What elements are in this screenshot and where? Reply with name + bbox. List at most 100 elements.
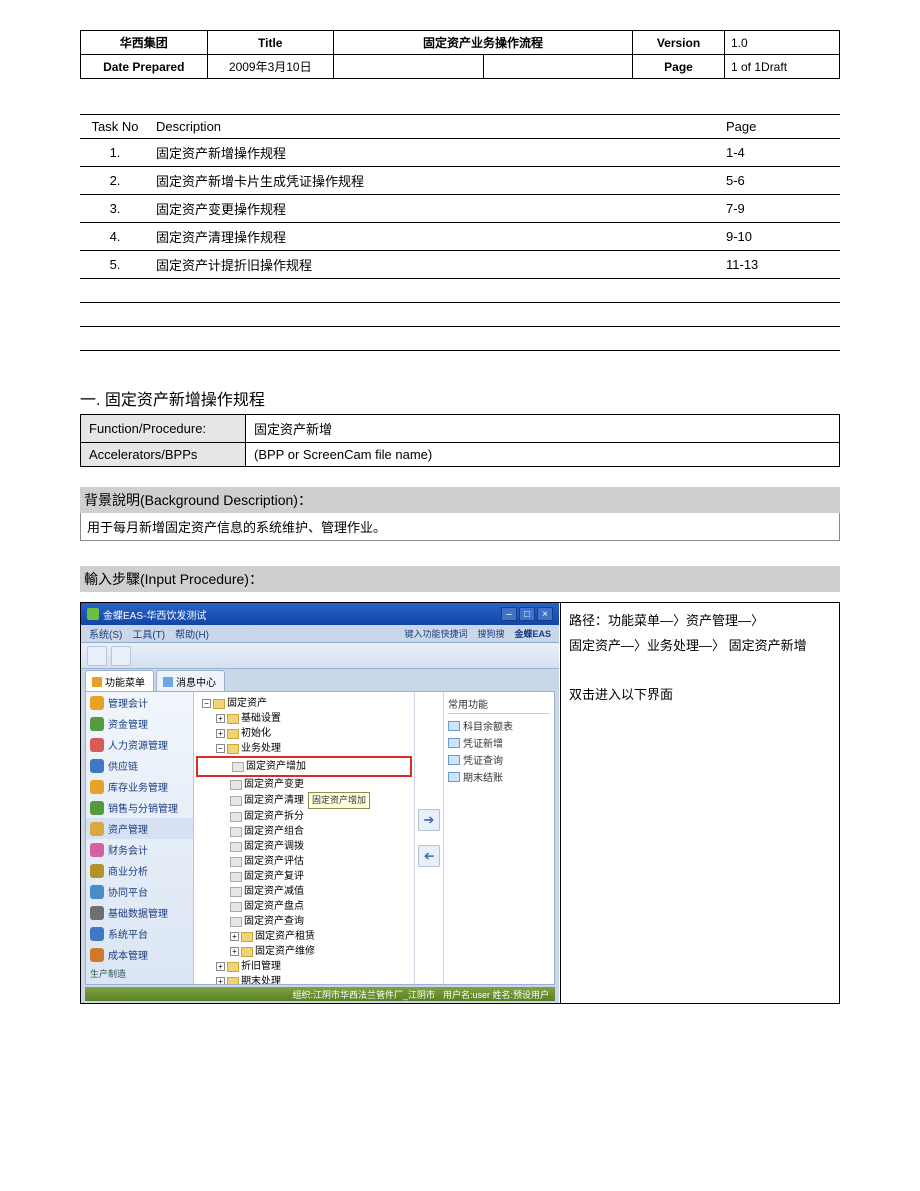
menu-system[interactable]: 系统(S) xyxy=(89,626,122,641)
tree-node[interactable]: 固定资产盘点 xyxy=(196,899,412,914)
tree-node[interactable]: 固定资产变更 xyxy=(196,777,412,792)
collapse-icon[interactable]: − xyxy=(202,699,211,708)
sidebar-item[interactable]: 商业分析 xyxy=(86,860,193,881)
proc-func-val: 固定资产新增 xyxy=(246,415,840,443)
section-heading: 一. 固定资产新增操作规程 xyxy=(80,386,840,410)
hdr-version-val: 1.0 xyxy=(725,31,840,55)
path-line1: 路径：功能菜单—〉资产管理—〉 xyxy=(569,609,831,634)
menu-tools[interactable]: 工具(T) xyxy=(132,626,165,641)
rp-item[interactable]: 科目余额表 xyxy=(448,717,550,734)
tree-node[interactable]: −业务处理 xyxy=(196,741,412,756)
tree-node[interactable]: 固定资产组合 xyxy=(196,824,412,839)
tree-node[interactable]: +基础设置 xyxy=(196,711,412,726)
app-icon: 金蝶EAS-华西饮发测试 xyxy=(87,607,206,622)
toolbar xyxy=(81,643,559,669)
brand-label: 金蝶EAS xyxy=(514,627,551,640)
path-line2: 固定资产—〉业务处理—〉 固定资产新增 xyxy=(569,634,831,659)
sidebar-item[interactable]: 协同平台 xyxy=(86,881,193,902)
collapse-icon[interactable]: − xyxy=(216,744,225,753)
tab-message-center[interactable]: 消息中心 xyxy=(156,670,225,691)
expand-icon[interactable]: + xyxy=(216,729,225,738)
folder-icon xyxy=(227,977,239,985)
task-row: 1.固定资产新增操作规程1-4 xyxy=(80,139,840,167)
sidebar-item[interactable]: 供应链 xyxy=(86,755,193,776)
module-icon xyxy=(90,906,104,920)
close-button[interactable]: × xyxy=(537,607,553,621)
file-icon xyxy=(230,842,242,852)
move-left-button[interactable]: ➔ xyxy=(418,845,440,867)
sidebar-item[interactable]: 基础数据管理 xyxy=(86,902,193,923)
folder-icon xyxy=(227,729,239,739)
sidebar-item[interactable]: 管理会计 xyxy=(86,692,193,713)
file-icon xyxy=(230,780,242,790)
hdr-org: 华西集团 xyxy=(81,31,208,55)
rp-heading: 常用功能 xyxy=(448,696,550,714)
sidebar: 管理会计 资金管理 人力资源管理 供应链 库存业务管理 销售与分销管理 资产管理… xyxy=(86,692,194,984)
tree-node[interactable]: 固定资产清理固定资产增加 xyxy=(196,792,412,809)
move-right-button[interactable]: ➔ xyxy=(418,809,440,831)
tree-node[interactable]: 固定资产拆分 xyxy=(196,809,412,824)
sidebar-item[interactable]: 人力资源管理 xyxy=(86,734,193,755)
tt-head-desc: Description xyxy=(150,115,720,139)
rp-item[interactable]: 期末结账 xyxy=(448,768,550,785)
tree-node[interactable]: 固定资产查询 xyxy=(196,914,412,929)
task-table: Task No Description Page 1.固定资产新增操作规程1-4… xyxy=(80,114,840,351)
tree-node[interactable]: 固定资产减值 xyxy=(196,884,412,899)
sidebar-item[interactable]: 库存业务管理 xyxy=(86,776,193,797)
tree-node[interactable]: +固定资产租赁 xyxy=(196,929,412,944)
tree-node[interactable]: +折旧管理 xyxy=(196,959,412,974)
expand-icon[interactable]: + xyxy=(230,932,239,941)
tree-node[interactable]: 固定资产评估 xyxy=(196,854,412,869)
sidebar-item[interactable]: 财务会计 xyxy=(86,839,193,860)
expand-icon[interactable]: + xyxy=(230,947,239,956)
sidebar-item[interactable]: 成本管理 xyxy=(86,944,193,965)
statusbar: 组织:江阴市华西法兰管件厂_江阴市 用户名:user 姓名:预设用户 xyxy=(85,987,555,1001)
expand-icon[interactable]: + xyxy=(216,714,225,723)
module-icon xyxy=(90,822,104,836)
search-engine[interactable]: 搜狗搜 xyxy=(477,627,504,640)
task-row xyxy=(80,327,840,351)
rp-item[interactable]: 凭证查询 xyxy=(448,751,550,768)
tree-node[interactable]: 固定资产调拨 xyxy=(196,839,412,854)
rp-item[interactable]: 凭证新增 xyxy=(448,734,550,751)
tab-function-menu[interactable]: 功能菜单 xyxy=(85,670,154,691)
tree-node[interactable]: −固定资产 xyxy=(196,696,412,711)
tree-node[interactable]: +初始化 xyxy=(196,726,412,741)
sidebar-item[interactable]: 资金管理 xyxy=(86,713,193,734)
folder-icon xyxy=(92,677,102,687)
tree-node-selected[interactable]: 固定资产增加 xyxy=(196,756,412,777)
transfer-arrows: ➔ ➔ xyxy=(414,692,444,984)
status-org: 组织:江阴市华西法兰管件厂_江阴市 xyxy=(292,988,435,1001)
sidebar-item-asset[interactable]: 资产管理 xyxy=(86,818,193,839)
module-icon xyxy=(90,885,104,899)
expand-icon[interactable]: + xyxy=(216,962,225,971)
file-icon xyxy=(230,917,242,927)
hdr-page-val: 1 of 1Draft xyxy=(725,55,840,79)
tree-node[interactable]: 固定资产复评 xyxy=(196,869,412,884)
expand-icon[interactable]: + xyxy=(216,977,225,984)
file-icon xyxy=(232,762,244,772)
tree-node[interactable]: +期末处理 xyxy=(196,974,412,984)
quicksearch-hint[interactable]: 键入功能快捷词 xyxy=(404,627,467,640)
module-icon xyxy=(90,927,104,941)
folder-icon xyxy=(227,962,239,972)
task-row: 3.固定资产变更操作规程7-9 xyxy=(80,195,840,223)
menu-help[interactable]: 帮助(H) xyxy=(175,626,209,641)
minimize-button[interactable]: ‒ xyxy=(501,607,517,621)
tree-node[interactable]: +固定资产维修 xyxy=(196,944,412,959)
message-icon xyxy=(163,677,173,687)
window-title: 金蝶EAS-华西饮发测试 xyxy=(103,607,206,622)
toolbar-button[interactable] xyxy=(111,646,131,666)
toolbar-button[interactable] xyxy=(87,646,107,666)
sidebar-item[interactable]: 系统平台 xyxy=(86,923,193,944)
doc-header-table: 华西集团 Title 固定资产业务操作流程 Version 1.0 Date P… xyxy=(80,30,840,79)
file-icon xyxy=(230,872,242,882)
hdr-page-lbl: Page xyxy=(633,55,725,79)
file-icon xyxy=(230,857,242,867)
module-icon xyxy=(90,759,104,773)
module-icon xyxy=(90,738,104,752)
hdr-date-lbl: Date Prepared xyxy=(81,55,208,79)
module-icon xyxy=(90,801,104,815)
sidebar-item[interactable]: 销售与分销管理 xyxy=(86,797,193,818)
maximize-button[interactable]: □ xyxy=(519,607,535,621)
